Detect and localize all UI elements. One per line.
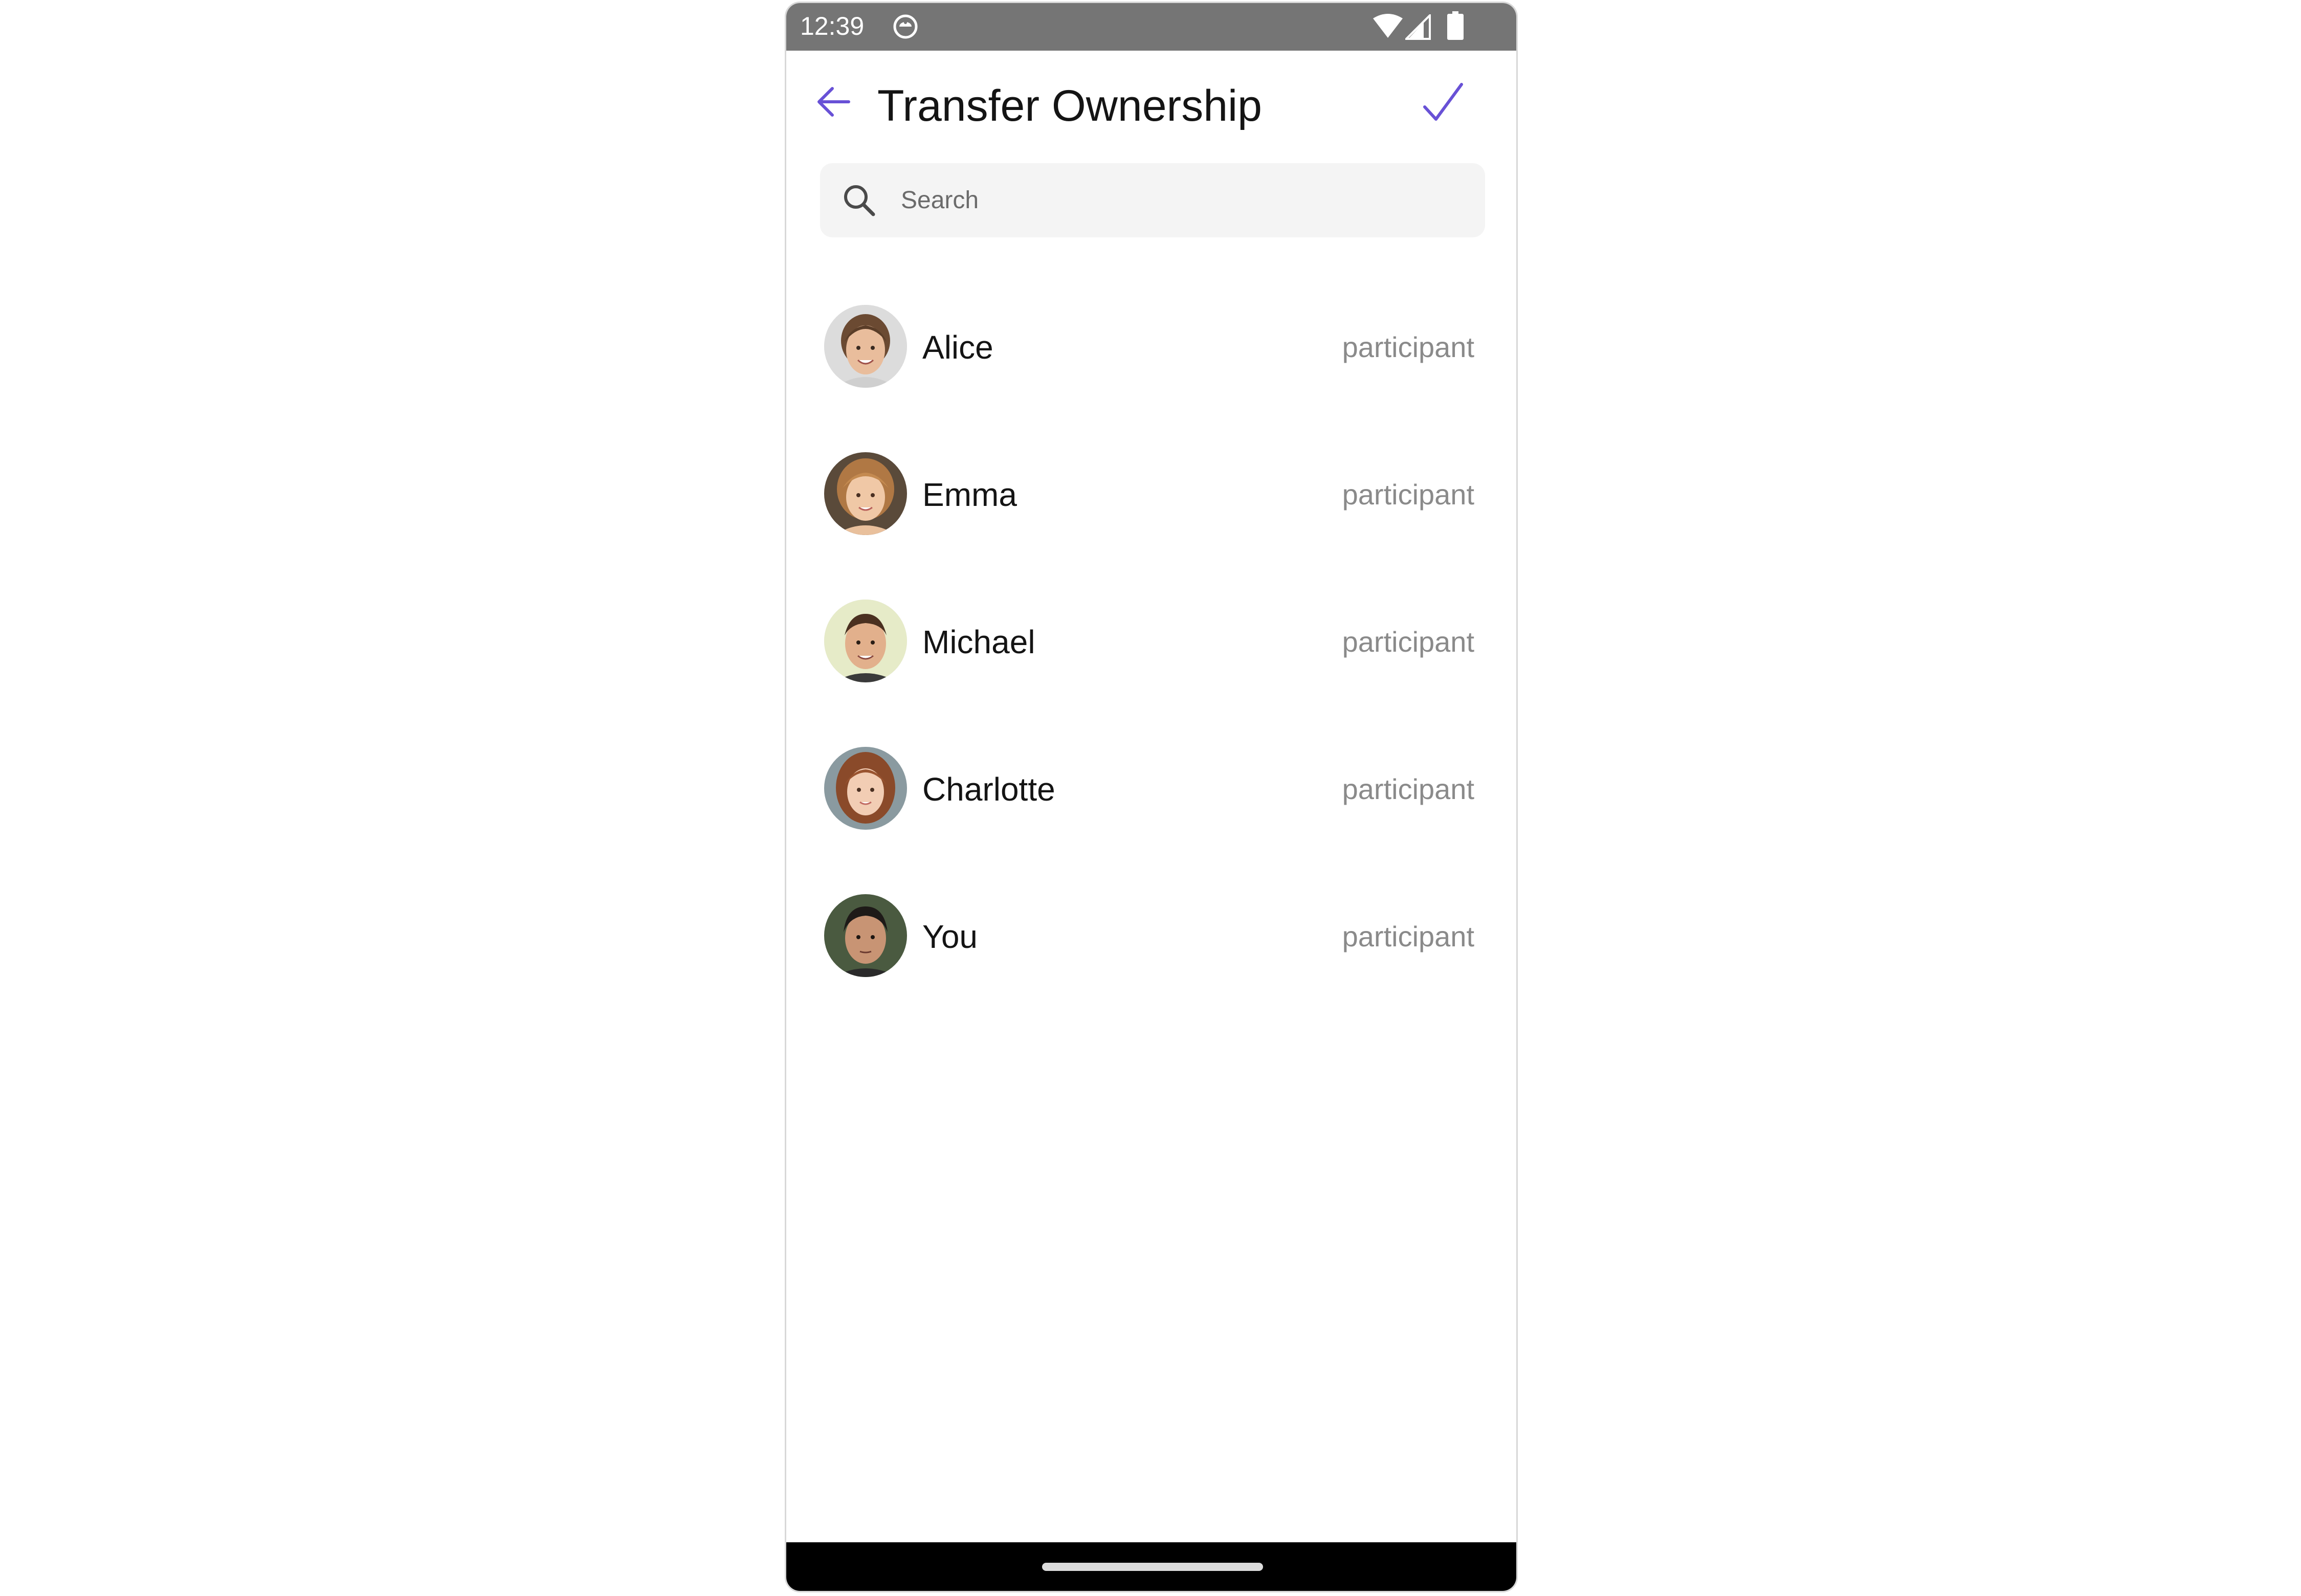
avatar bbox=[824, 452, 907, 535]
member-row-you[interactable]: You participant bbox=[786, 879, 1516, 1026]
member-row-charlotte[interactable]: Charlotte participant bbox=[786, 731, 1516, 879]
app-notification-icon bbox=[892, 13, 919, 40]
back-button[interactable] bbox=[813, 81, 854, 122]
confirm-button[interactable] bbox=[1421, 80, 1467, 126]
member-row-michael[interactable]: Michael participant bbox=[786, 584, 1516, 731]
home-indicator[interactable] bbox=[1042, 1563, 1263, 1571]
status-bar: 12:39 bbox=[786, 3, 1516, 51]
avatar bbox=[824, 305, 907, 388]
member-role: participant bbox=[1342, 920, 1474, 952]
member-row-alice[interactable]: Alice participant bbox=[786, 290, 1516, 437]
member-name: Michael bbox=[922, 624, 1035, 660]
status-time: 12:39 bbox=[800, 12, 865, 40]
arrow-left-icon bbox=[817, 87, 850, 117]
member-row-emma[interactable]: Emma participant bbox=[786, 437, 1516, 584]
page-title: Transfer Ownership bbox=[877, 81, 1262, 130]
app-bar: Transfer Ownership bbox=[786, 51, 1516, 153]
navigation-bar bbox=[786, 1542, 1516, 1591]
checkmark-icon bbox=[1423, 83, 1463, 121]
member-role: participant bbox=[1342, 773, 1474, 805]
member-name: Emma bbox=[922, 476, 1017, 513]
member-name: Alice bbox=[922, 329, 993, 366]
member-role: participant bbox=[1342, 478, 1474, 511]
member-role: participant bbox=[1342, 331, 1474, 363]
battery-icon bbox=[1447, 11, 1464, 40]
member-list: Alice participant Emma participant Micha… bbox=[786, 290, 1516, 1026]
search-icon bbox=[842, 183, 876, 217]
member-name: Charlotte bbox=[922, 771, 1055, 808]
search-input[interactable] bbox=[901, 163, 1464, 237]
avatar bbox=[824, 600, 907, 682]
search-bar[interactable] bbox=[820, 163, 1485, 237]
wifi-icon bbox=[1372, 13, 1404, 40]
phone-frame: 12:39 Transfer Ownership Search Alice pa… bbox=[785, 2, 1518, 1592]
avatar bbox=[824, 894, 907, 977]
member-name: You bbox=[922, 918, 978, 955]
member-role: participant bbox=[1342, 626, 1474, 658]
cellular-signal-icon bbox=[1405, 14, 1431, 40]
screen-canvas: 12:39 Transfer Ownership Search Alice pa… bbox=[0, 0, 2301, 1596]
avatar bbox=[824, 747, 907, 830]
